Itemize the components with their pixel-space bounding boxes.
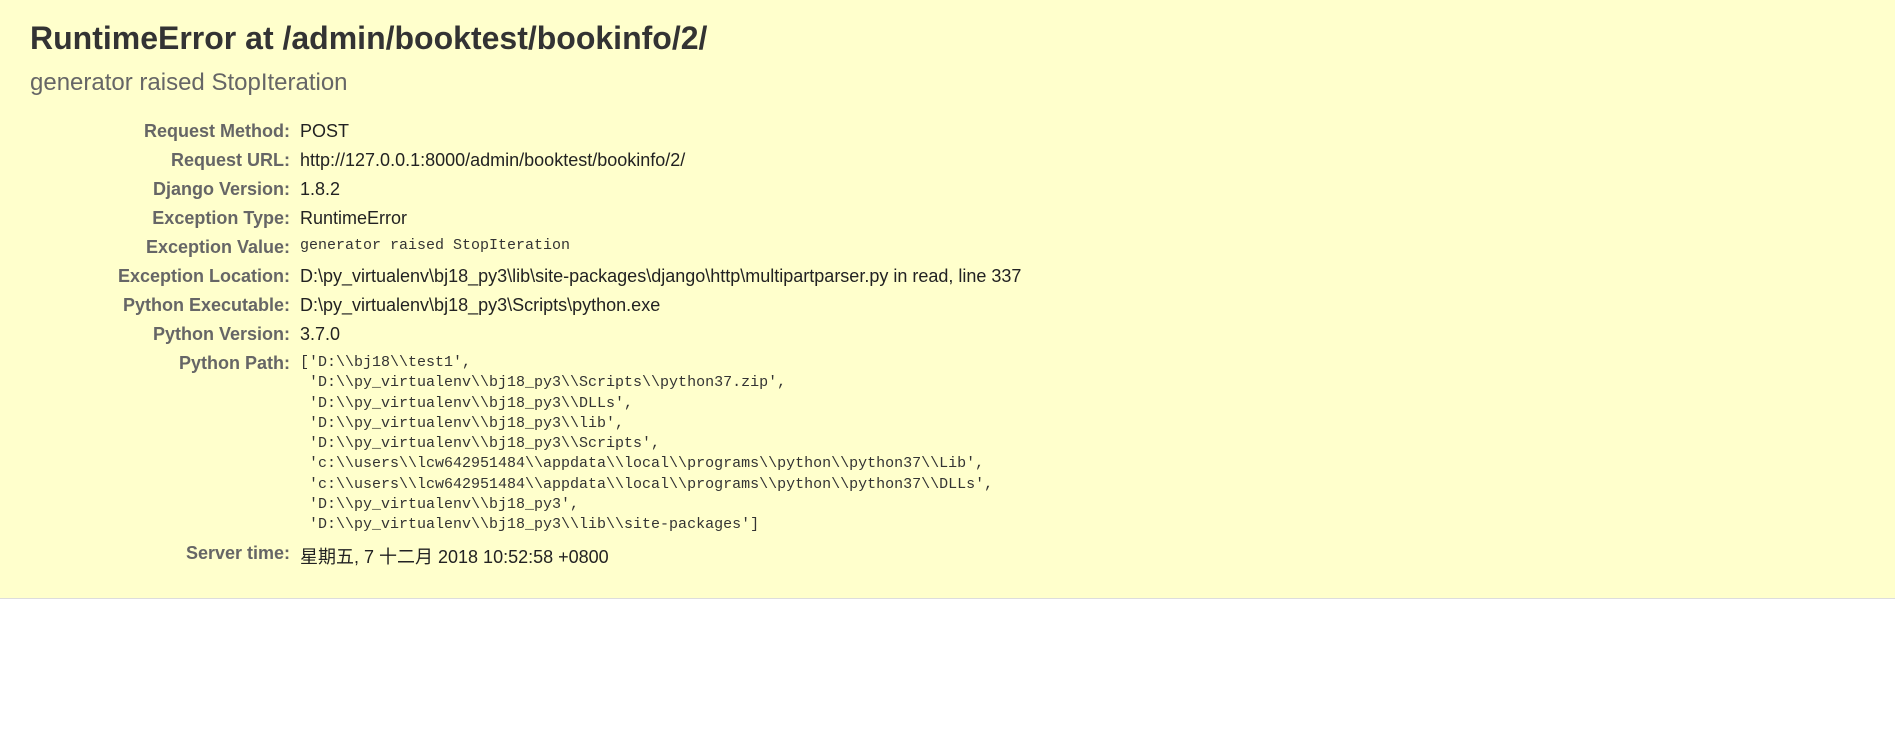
row-django-version: Django Version: 1.8.2	[30, 175, 1865, 204]
row-server-time: Server time: 星期五, 7 十二月 2018 10:52:58 +0…	[30, 539, 1865, 573]
row-python-version: Python Version: 3.7.0	[30, 320, 1865, 349]
label-exception-value: Exception Value:	[30, 233, 300, 262]
label-exception-location: Exception Location:	[30, 262, 300, 291]
label-request-method: Request Method:	[30, 117, 300, 146]
value-exception-location: D:\py_virtualenv\bj18_py3\lib\site-packa…	[300, 262, 1865, 291]
row-request-url: Request URL: http://127.0.0.1:8000/admin…	[30, 146, 1865, 175]
row-exception-type: Exception Type: RuntimeError	[30, 204, 1865, 233]
value-python-executable: D:\py_virtualenv\bj18_py3\Scripts\python…	[300, 291, 1865, 320]
row-python-executable: Python Executable: D:\py_virtualenv\bj18…	[30, 291, 1865, 320]
label-django-version: Django Version:	[30, 175, 300, 204]
label-python-version: Python Version:	[30, 320, 300, 349]
value-python-path: ['D:\\bj18\\test1', 'D:\\py_virtualenv\\…	[300, 349, 1865, 539]
value-django-version: 1.8.2	[300, 175, 1865, 204]
label-request-url: Request URL:	[30, 146, 300, 175]
label-python-executable: Python Executable:	[30, 291, 300, 320]
label-server-time: Server time:	[30, 539, 300, 573]
exception-message: generator raised StopIteration	[30, 69, 1865, 97]
row-exception-value: Exception Value: generator raised StopIt…	[30, 233, 1865, 262]
value-server-time: 星期五, 7 十二月 2018 10:52:58 +0800	[300, 539, 1865, 573]
error-title: RuntimeError at /admin/booktest/bookinfo…	[30, 20, 1865, 57]
value-python-version: 3.7.0	[300, 320, 1865, 349]
error-summary: RuntimeError at /admin/booktest/bookinfo…	[0, 0, 1895, 599]
row-exception-location: Exception Location: D:\py_virtualenv\bj1…	[30, 262, 1865, 291]
value-request-url: http://127.0.0.1:8000/admin/booktest/boo…	[300, 146, 1865, 175]
request-meta-table: Request Method: POST Request URL: http:/…	[30, 117, 1865, 573]
python-path-pre: ['D:\\bj18\\test1', 'D:\\py_virtualenv\\…	[300, 353, 1865, 535]
value-request-method: POST	[300, 117, 1865, 146]
row-python-path: Python Path: ['D:\\bj18\\test1', 'D:\\py…	[30, 349, 1865, 539]
value-exception-type: RuntimeError	[300, 204, 1865, 233]
row-request-method: Request Method: POST	[30, 117, 1865, 146]
value-exception-value: generator raised StopIteration	[300, 233, 1865, 262]
label-exception-type: Exception Type:	[30, 204, 300, 233]
label-python-path: Python Path:	[30, 349, 300, 539]
